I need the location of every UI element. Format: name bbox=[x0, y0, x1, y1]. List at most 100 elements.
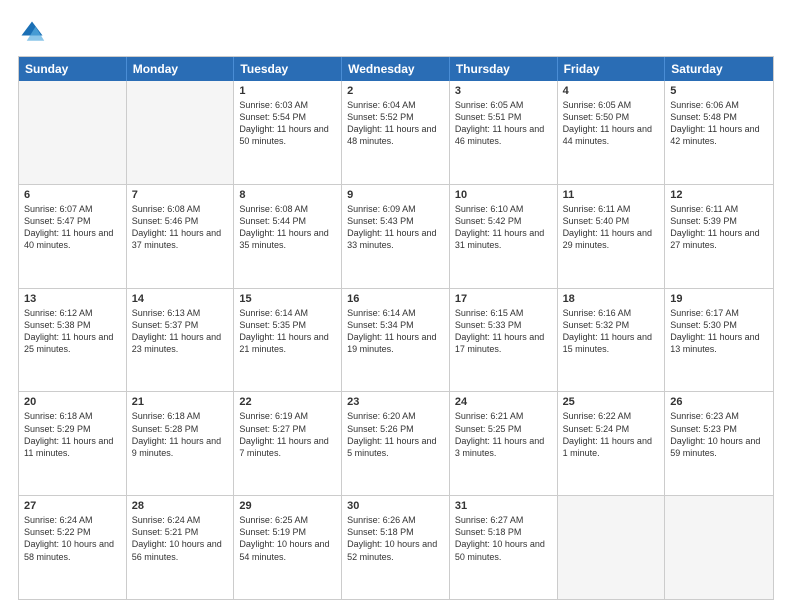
day-number: 26 bbox=[670, 396, 768, 408]
day-number: 18 bbox=[563, 293, 660, 305]
day-info: Sunrise: 6:07 AMSunset: 5:47 PMDaylight:… bbox=[24, 203, 121, 252]
day-number: 2 bbox=[347, 85, 444, 97]
day-number: 4 bbox=[563, 85, 660, 97]
day-info: Sunrise: 6:14 AMSunset: 5:35 PMDaylight:… bbox=[239, 307, 336, 356]
day-number: 30 bbox=[347, 500, 444, 512]
day-number: 28 bbox=[132, 500, 229, 512]
day-number: 19 bbox=[670, 293, 768, 305]
day-number: 10 bbox=[455, 189, 552, 201]
day-cell-11: 11 Sunrise: 6:11 AMSunset: 5:40 PMDayligh… bbox=[558, 185, 666, 288]
day-cell-7: 7 Sunrise: 6:08 AMSunset: 5:46 PMDaylight… bbox=[127, 185, 235, 288]
day-info: Sunrise: 6:03 AMSunset: 5:54 PMDaylight:… bbox=[239, 99, 336, 148]
day-info: Sunrise: 6:14 AMSunset: 5:34 PMDaylight:… bbox=[347, 307, 444, 356]
day-cell-1: 1 Sunrise: 6:03 AMSunset: 5:54 PMDaylight… bbox=[234, 81, 342, 184]
weekday-header-friday: Friday bbox=[558, 57, 666, 81]
day-number: 7 bbox=[132, 189, 229, 201]
day-info: Sunrise: 6:08 AMSunset: 5:44 PMDaylight:… bbox=[239, 203, 336, 252]
day-number: 15 bbox=[239, 293, 336, 305]
day-number: 20 bbox=[24, 396, 121, 408]
day-cell-19: 19 Sunrise: 6:17 AMSunset: 5:30 PMDayligh… bbox=[665, 289, 773, 392]
day-cell-28: 28 Sunrise: 6:24 AMSunset: 5:21 PMDayligh… bbox=[127, 496, 235, 599]
day-cell-17: 17 Sunrise: 6:15 AMSunset: 5:33 PMDayligh… bbox=[450, 289, 558, 392]
day-number: 14 bbox=[132, 293, 229, 305]
day-info: Sunrise: 6:24 AMSunset: 5:21 PMDaylight:… bbox=[132, 514, 229, 563]
day-info: Sunrise: 6:26 AMSunset: 5:18 PMDaylight:… bbox=[347, 514, 444, 563]
day-info: Sunrise: 6:18 AMSunset: 5:29 PMDaylight:… bbox=[24, 410, 121, 459]
day-number: 13 bbox=[24, 293, 121, 305]
day-info: Sunrise: 6:15 AMSunset: 5:33 PMDaylight:… bbox=[455, 307, 552, 356]
day-cell-20: 20 Sunrise: 6:18 AMSunset: 5:29 PMDayligh… bbox=[19, 392, 127, 495]
day-number: 25 bbox=[563, 396, 660, 408]
day-number: 12 bbox=[670, 189, 768, 201]
calendar-body: 1 Sunrise: 6:03 AMSunset: 5:54 PMDaylight… bbox=[19, 81, 773, 599]
day-info: Sunrise: 6:04 AMSunset: 5:52 PMDaylight:… bbox=[347, 99, 444, 148]
day-number: 21 bbox=[132, 396, 229, 408]
day-cell-23: 23 Sunrise: 6:20 AMSunset: 5:26 PMDayligh… bbox=[342, 392, 450, 495]
day-cell-9: 9 Sunrise: 6:09 AMSunset: 5:43 PMDaylight… bbox=[342, 185, 450, 288]
day-cell-27: 27 Sunrise: 6:24 AMSunset: 5:22 PMDayligh… bbox=[19, 496, 127, 599]
week-row-1: 1 Sunrise: 6:03 AMSunset: 5:54 PMDaylight… bbox=[19, 81, 773, 185]
day-number: 27 bbox=[24, 500, 121, 512]
day-cell-8: 8Sunrise: 6:08 AMSunset: 5:44 PMDaylight… bbox=[234, 185, 342, 288]
day-number: 5 bbox=[670, 85, 768, 97]
day-info: Sunrise: 6:11 AMSunset: 5:40 PMDaylight:… bbox=[563, 203, 660, 252]
day-number: 22 bbox=[239, 396, 336, 408]
day-info: Sunrise: 6:24 AMSunset: 5:22 PMDaylight:… bbox=[24, 514, 121, 563]
day-cell-16: 16 Sunrise: 6:14 AMSunset: 5:34 PMDayligh… bbox=[342, 289, 450, 392]
day-number: 31 bbox=[455, 500, 552, 512]
day-info: Sunrise: 6:25 AMSunset: 5:19 PMDaylight:… bbox=[239, 514, 336, 563]
day-cell-15: 15 Sunrise: 6:14 AMSunset: 5:35 PMDayligh… bbox=[234, 289, 342, 392]
empty-cell bbox=[19, 81, 127, 184]
weekday-header-wednesday: Wednesday bbox=[342, 57, 450, 81]
day-cell-18: 18 Sunrise: 6:16 AMSunset: 5:32 PMDayligh… bbox=[558, 289, 666, 392]
day-info: Sunrise: 6:13 AMSunset: 5:37 PMDaylight:… bbox=[132, 307, 229, 356]
general-blue-logo-icon bbox=[18, 18, 46, 46]
day-cell-12: 12 Sunrise: 6:11 AMSunset: 5:39 PMDayligh… bbox=[665, 185, 773, 288]
empty-cell bbox=[665, 496, 773, 599]
calendar-header: SundayMondayTuesdayWednesdayThursdayFrid… bbox=[19, 57, 773, 81]
day-info: Sunrise: 6:20 AMSunset: 5:26 PMDaylight:… bbox=[347, 410, 444, 459]
day-info: Sunrise: 6:23 AMSunset: 5:23 PMDaylight:… bbox=[670, 410, 768, 459]
day-number: 29 bbox=[239, 500, 336, 512]
day-info: Sunrise: 6:08 AMSunset: 5:46 PMDaylight:… bbox=[132, 203, 229, 252]
day-cell-24: 24Sunrise: 6:21 AMSunset: 5:25 PMDayligh… bbox=[450, 392, 558, 495]
day-number: 16 bbox=[347, 293, 444, 305]
day-info: Sunrise: 6:05 AMSunset: 5:51 PMDaylight:… bbox=[455, 99, 552, 148]
weekday-header-saturday: Saturday bbox=[665, 57, 773, 81]
week-row-4: 20 Sunrise: 6:18 AMSunset: 5:29 PMDayligh… bbox=[19, 392, 773, 496]
day-cell-4: 4Sunrise: 6:05 AMSunset: 5:50 PMDaylight… bbox=[558, 81, 666, 184]
day-info: Sunrise: 6:10 AMSunset: 5:42 PMDaylight:… bbox=[455, 203, 552, 252]
day-number: 3 bbox=[455, 85, 552, 97]
day-cell-3: 3 Sunrise: 6:05 AMSunset: 5:51 PMDaylight… bbox=[450, 81, 558, 184]
day-info: Sunrise: 6:12 AMSunset: 5:38 PMDaylight:… bbox=[24, 307, 121, 356]
empty-cell bbox=[127, 81, 235, 184]
day-cell-25: 25Sunrise: 6:22 AMSunset: 5:24 PMDayligh… bbox=[558, 392, 666, 495]
day-info: Sunrise: 6:16 AMSunset: 5:32 PMDaylight:… bbox=[563, 307, 660, 356]
day-info: Sunrise: 6:11 AMSunset: 5:39 PMDaylight:… bbox=[670, 203, 768, 252]
day-info: Sunrise: 6:21 AMSunset: 5:25 PMDaylight:… bbox=[455, 410, 552, 459]
day-number: 11 bbox=[563, 189, 660, 201]
day-cell-31: 31 Sunrise: 6:27 AMSunset: 5:18 PMDayligh… bbox=[450, 496, 558, 599]
day-number: 23 bbox=[347, 396, 444, 408]
day-cell-26: 26 Sunrise: 6:23 AMSunset: 5:23 PMDayligh… bbox=[665, 392, 773, 495]
day-info: Sunrise: 6:27 AMSunset: 5:18 PMDaylight:… bbox=[455, 514, 552, 563]
day-info: Sunrise: 6:17 AMSunset: 5:30 PMDaylight:… bbox=[670, 307, 768, 356]
weekday-header-thursday: Thursday bbox=[450, 57, 558, 81]
day-cell-6: 6 Sunrise: 6:07 AMSunset: 5:47 PMDaylight… bbox=[19, 185, 127, 288]
day-cell-21: 21 Sunrise: 6:18 AMSunset: 5:28 PMDayligh… bbox=[127, 392, 235, 495]
logo bbox=[18, 18, 50, 46]
day-info: Sunrise: 6:19 AMSunset: 5:27 PMDaylight:… bbox=[239, 410, 336, 459]
day-number: 1 bbox=[239, 85, 336, 97]
day-cell-30: 30 Sunrise: 6:26 AMSunset: 5:18 PMDayligh… bbox=[342, 496, 450, 599]
day-number: 6 bbox=[24, 189, 121, 201]
day-cell-10: 10 Sunrise: 6:10 AMSunset: 5:42 PMDayligh… bbox=[450, 185, 558, 288]
day-cell-22: 22 Sunrise: 6:19 AMSunset: 5:27 PMDayligh… bbox=[234, 392, 342, 495]
calendar: SundayMondayTuesdayWednesdayThursdayFrid… bbox=[18, 56, 774, 600]
day-info: Sunrise: 6:18 AMSunset: 5:28 PMDaylight:… bbox=[132, 410, 229, 459]
day-cell-13: 13 Sunrise: 6:12 AMSunset: 5:38 PMDayligh… bbox=[19, 289, 127, 392]
day-number: 9 bbox=[347, 189, 444, 201]
day-info: Sunrise: 6:09 AMSunset: 5:43 PMDaylight:… bbox=[347, 203, 444, 252]
weekday-header-tuesday: Tuesday bbox=[234, 57, 342, 81]
day-number: 17 bbox=[455, 293, 552, 305]
page: SundayMondayTuesdayWednesdayThursdayFrid… bbox=[0, 0, 792, 612]
